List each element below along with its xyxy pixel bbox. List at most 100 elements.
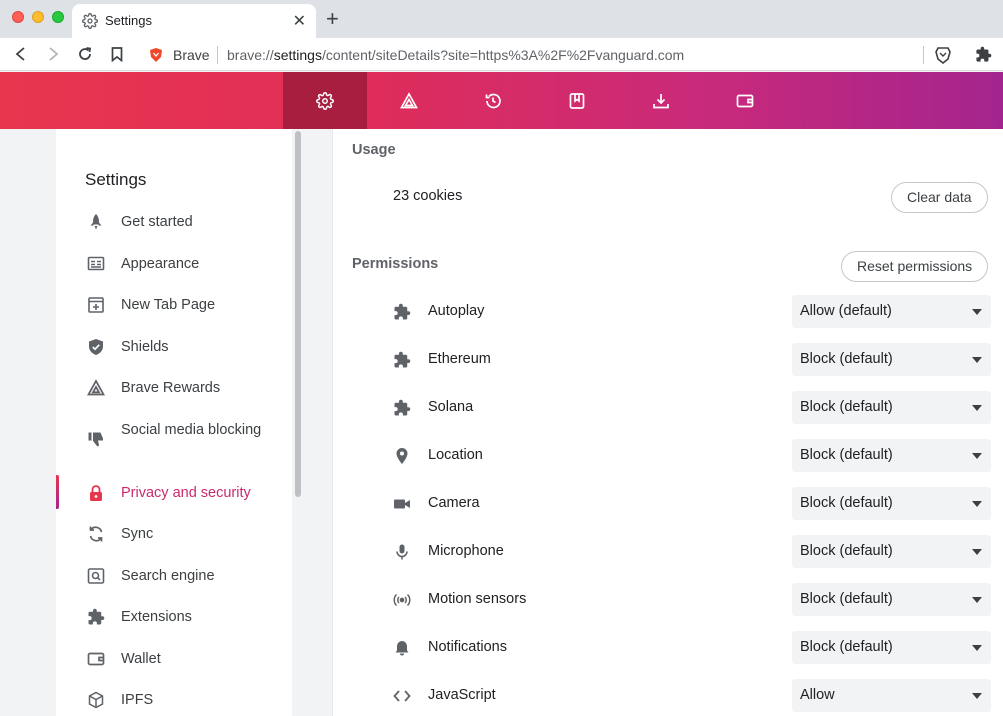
maximize-window-button[interactable]: [52, 11, 64, 23]
rocket-icon: [90, 214, 102, 230]
sidebar-scrollbar[interactable]: [295, 131, 301, 497]
permission-label: JavaScript: [428, 687, 496, 703]
forward-button[interactable]: [43, 44, 63, 64]
motion-sensors-select[interactable]: Block (default): [792, 583, 991, 616]
location-pin-icon: [396, 448, 408, 464]
back-button[interactable]: [11, 44, 31, 64]
sidebar-item-wallet[interactable]: Wallet: [56, 641, 292, 675]
select-value: Block (default): [800, 543, 893, 559]
sidebar-item-label: Privacy and security: [121, 485, 251, 501]
permission-row-solana: Solana Block (default): [333, 384, 1003, 432]
brave-settings-header: [0, 72, 1003, 129]
permission-row-microphone: Microphone Block (default): [333, 528, 1003, 576]
select-value: Block (default): [800, 591, 893, 607]
sidebar-item-appearance[interactable]: Appearance: [56, 246, 292, 280]
header-rewards-button[interactable]: [367, 72, 451, 129]
omnibox-brand: Brave: [173, 47, 210, 63]
header-downloads-button[interactable]: [619, 72, 703, 129]
permission-label: Autoplay: [428, 303, 485, 319]
sidebar-item-brave-rewards[interactable]: Brave Rewards: [56, 370, 292, 404]
permission-label: Camera: [428, 495, 480, 511]
sidebar-item-privacy-and-security[interactable]: Privacy and security: [56, 475, 292, 509]
reset-permissions-button[interactable]: Reset permissions: [841, 251, 989, 282]
dropdown-caret-icon: [972, 405, 982, 411]
omnibox-separator-right: [923, 46, 924, 64]
permission-row-notifications: Notifications Block (default): [333, 624, 1003, 672]
select-value: Block (default): [800, 351, 893, 367]
camera-icon: [394, 499, 410, 509]
site-details-panel: Usage 23 cookies Clear data Permissions …: [332, 129, 1003, 716]
rewards-triangle-icon: [400, 91, 418, 108]
location-select[interactable]: Block (default): [792, 439, 991, 472]
select-value: Allow (default): [800, 303, 892, 319]
dropdown-caret-icon: [972, 597, 982, 603]
sidebar-item-label: Sync: [121, 526, 154, 542]
sidebar-item-sync[interactable]: Sync: [56, 516, 292, 550]
notifications-select[interactable]: Block (default): [792, 631, 991, 664]
bookmarks-icon: [569, 92, 585, 109]
permission-label: Solana: [428, 399, 474, 415]
title-bar: Settings ✕ +: [0, 0, 1003, 38]
sidebar-item-label: Social media blocking: [121, 422, 262, 438]
sidebar-item-ipfs[interactable]: IPFS: [56, 682, 292, 716]
history-icon: [485, 93, 501, 108]
minimize-window-button[interactable]: [32, 11, 44, 23]
lock-icon: [90, 485, 102, 501]
header-history-button[interactable]: [451, 72, 535, 129]
bookmark-icon: [111, 46, 123, 62]
dropdown-caret-icon: [972, 645, 982, 651]
permission-row-camera: Camera Block (default): [333, 480, 1003, 528]
new-tab-button[interactable]: +: [326, 6, 339, 32]
sync-icon: [89, 526, 103, 542]
extensions-button[interactable]: [973, 44, 993, 64]
permission-label: Location: [428, 447, 483, 463]
header-settings-button[interactable]: [283, 72, 367, 129]
code-brackets-icon: [393, 690, 411, 702]
sidebar-item-extensions[interactable]: Extensions: [56, 599, 292, 633]
gear-icon: [316, 91, 334, 110]
microphone-select[interactable]: Block (default): [792, 535, 991, 568]
appearance-icon: [87, 256, 105, 271]
settings-sidebar: Settings Get started Appearance New Tab …: [56, 129, 292, 716]
ethereum-select[interactable]: Block (default): [792, 343, 991, 376]
permission-row-javascript: JavaScript Allow: [333, 672, 1003, 716]
url-host: settings: [273, 47, 322, 63]
sidebar-item-shields[interactable]: Shields: [56, 329, 292, 363]
brave-lion-icon[interactable]: [934, 46, 952, 64]
permission-row-autoplay: Autoplay Allow (default): [333, 288, 1003, 336]
bookmark-button[interactable]: [107, 44, 127, 64]
sidebar-item-label: Brave Rewards: [121, 380, 221, 396]
sidebar-item-new-tab-page[interactable]: New Tab Page: [56, 287, 292, 321]
select-value: Allow: [800, 687, 835, 703]
permission-row-ethereum: Ethereum Block (default): [333, 336, 1003, 384]
back-arrow-icon: [15, 47, 25, 61]
url-text[interactable]: brave://settings/content/siteDetails?sit…: [227, 47, 684, 63]
search-engine-icon: [87, 568, 105, 584]
puzzle-icon: [88, 608, 105, 625]
tab-settings[interactable]: Settings ✕: [72, 4, 316, 38]
url-prefix: brave://: [227, 47, 274, 63]
reload-button[interactable]: [75, 44, 95, 64]
dropdown-caret-icon: [972, 453, 982, 459]
puzzle-icon: [394, 399, 411, 416]
permission-row-location: Location Block (default): [333, 432, 1003, 480]
new-tab-page-icon: [88, 297, 104, 313]
close-window-button[interactable]: [12, 11, 24, 23]
sidebar-item-get-started[interactable]: Get started: [56, 204, 292, 238]
clear-data-button[interactable]: Clear data: [891, 182, 988, 213]
select-value: Block (default): [800, 399, 893, 415]
permissions-heading: Permissions: [352, 256, 439, 272]
sidebar-item-social-media-blocking[interactable]: Social media blocking: [56, 412, 292, 468]
address-bar[interactable]: Brave brave://settings/content/siteDetai…: [140, 41, 962, 69]
sidebar-item-label: New Tab Page: [121, 297, 216, 313]
header-bookmarks-button[interactable]: [535, 72, 619, 129]
sidebar-title: Settings: [85, 170, 147, 189]
javascript-select[interactable]: Allow: [792, 679, 991, 712]
solana-select[interactable]: Block (default): [792, 391, 991, 424]
url-path: /content/siteDetails?site=https%3A%2F%2F…: [321, 47, 685, 63]
autoplay-select[interactable]: Allow (default): [792, 295, 991, 328]
sidebar-item-search-engine[interactable]: Search engine: [56, 558, 292, 592]
camera-select[interactable]: Block (default): [792, 487, 991, 520]
header-wallet-button[interactable]: [703, 72, 787, 129]
tab-close-icon[interactable]: ✕: [293, 11, 306, 31]
